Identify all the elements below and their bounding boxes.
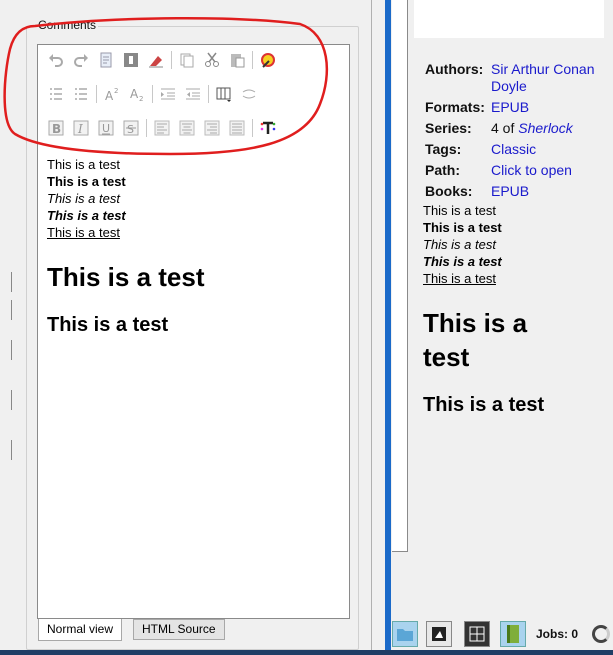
path-label: Path: [425,162,460,178]
series-label: Series: [425,120,472,136]
books-link[interactable]: EPUB [491,183,529,200]
splitter-handle[interactable] [385,0,391,655]
comment-line-plain: This is a test [47,157,120,172]
margin-tick [11,340,12,360]
details-line-bold: This is a test [423,220,502,235]
tab-html-source[interactable]: HTML Source [133,619,225,640]
comment-line-bold: This is a test [47,174,126,189]
authors-line-1: Sir Arthur Conan [491,61,595,77]
details-line-bold-italic: This is a test [423,254,502,269]
jobs-spinner-icon [592,625,610,643]
series-link[interactable]: Sherlock [518,120,572,136]
details-line-underline: This is a test [423,271,496,286]
margin-tick [11,300,12,320]
comment-line-italic: This is a test [47,191,120,206]
details-line-italic: This is a test [423,237,496,252]
tab-normal-view[interactable]: Normal view [38,619,123,641]
formats-link[interactable]: EPUB [491,99,529,116]
margin-tick [11,390,12,410]
details-line-plain: This is a test [423,203,496,218]
tags-link[interactable]: Classic [491,141,536,158]
comment-heading-1: This is a test [47,262,205,292]
details-heading-1-line-1: This is a [423,308,528,338]
comment-line-underline: This is a test [47,225,120,240]
splitter-line [371,0,372,655]
details-heading-2: This is a test [423,394,545,416]
series-index: 4 of [491,120,515,136]
formats-label: Formats: [425,99,485,115]
authors-link[interactable]: Sir Arthur Conan Doyle [491,61,595,95]
book-icon[interactable] [500,621,526,647]
authors-line-2: Doyle [491,78,527,94]
layout-grid-icon[interactable] [464,621,490,647]
books-label: Books: [425,183,473,199]
margin-tick [11,272,12,292]
margin-tick [11,440,12,460]
window-bottom-border [0,650,613,655]
details-heading-1-line-2: test [423,342,470,372]
comment-heading-2: This is a test [47,314,169,336]
book-list-edge [392,0,408,552]
path-link[interactable]: Click to open [491,162,572,179]
cover-grid-icon[interactable] [426,621,452,647]
authors-label: Authors: [425,61,484,77]
jobs-status[interactable]: Jobs: 0 [536,627,578,641]
tags-label: Tags: [425,141,462,157]
annotation-circle [3,16,329,156]
cover-image [414,0,604,38]
series-value: 4 of Sherlock [491,120,573,137]
folder-icon[interactable] [392,621,418,647]
comment-line-bold-italic: This is a test [47,208,126,223]
